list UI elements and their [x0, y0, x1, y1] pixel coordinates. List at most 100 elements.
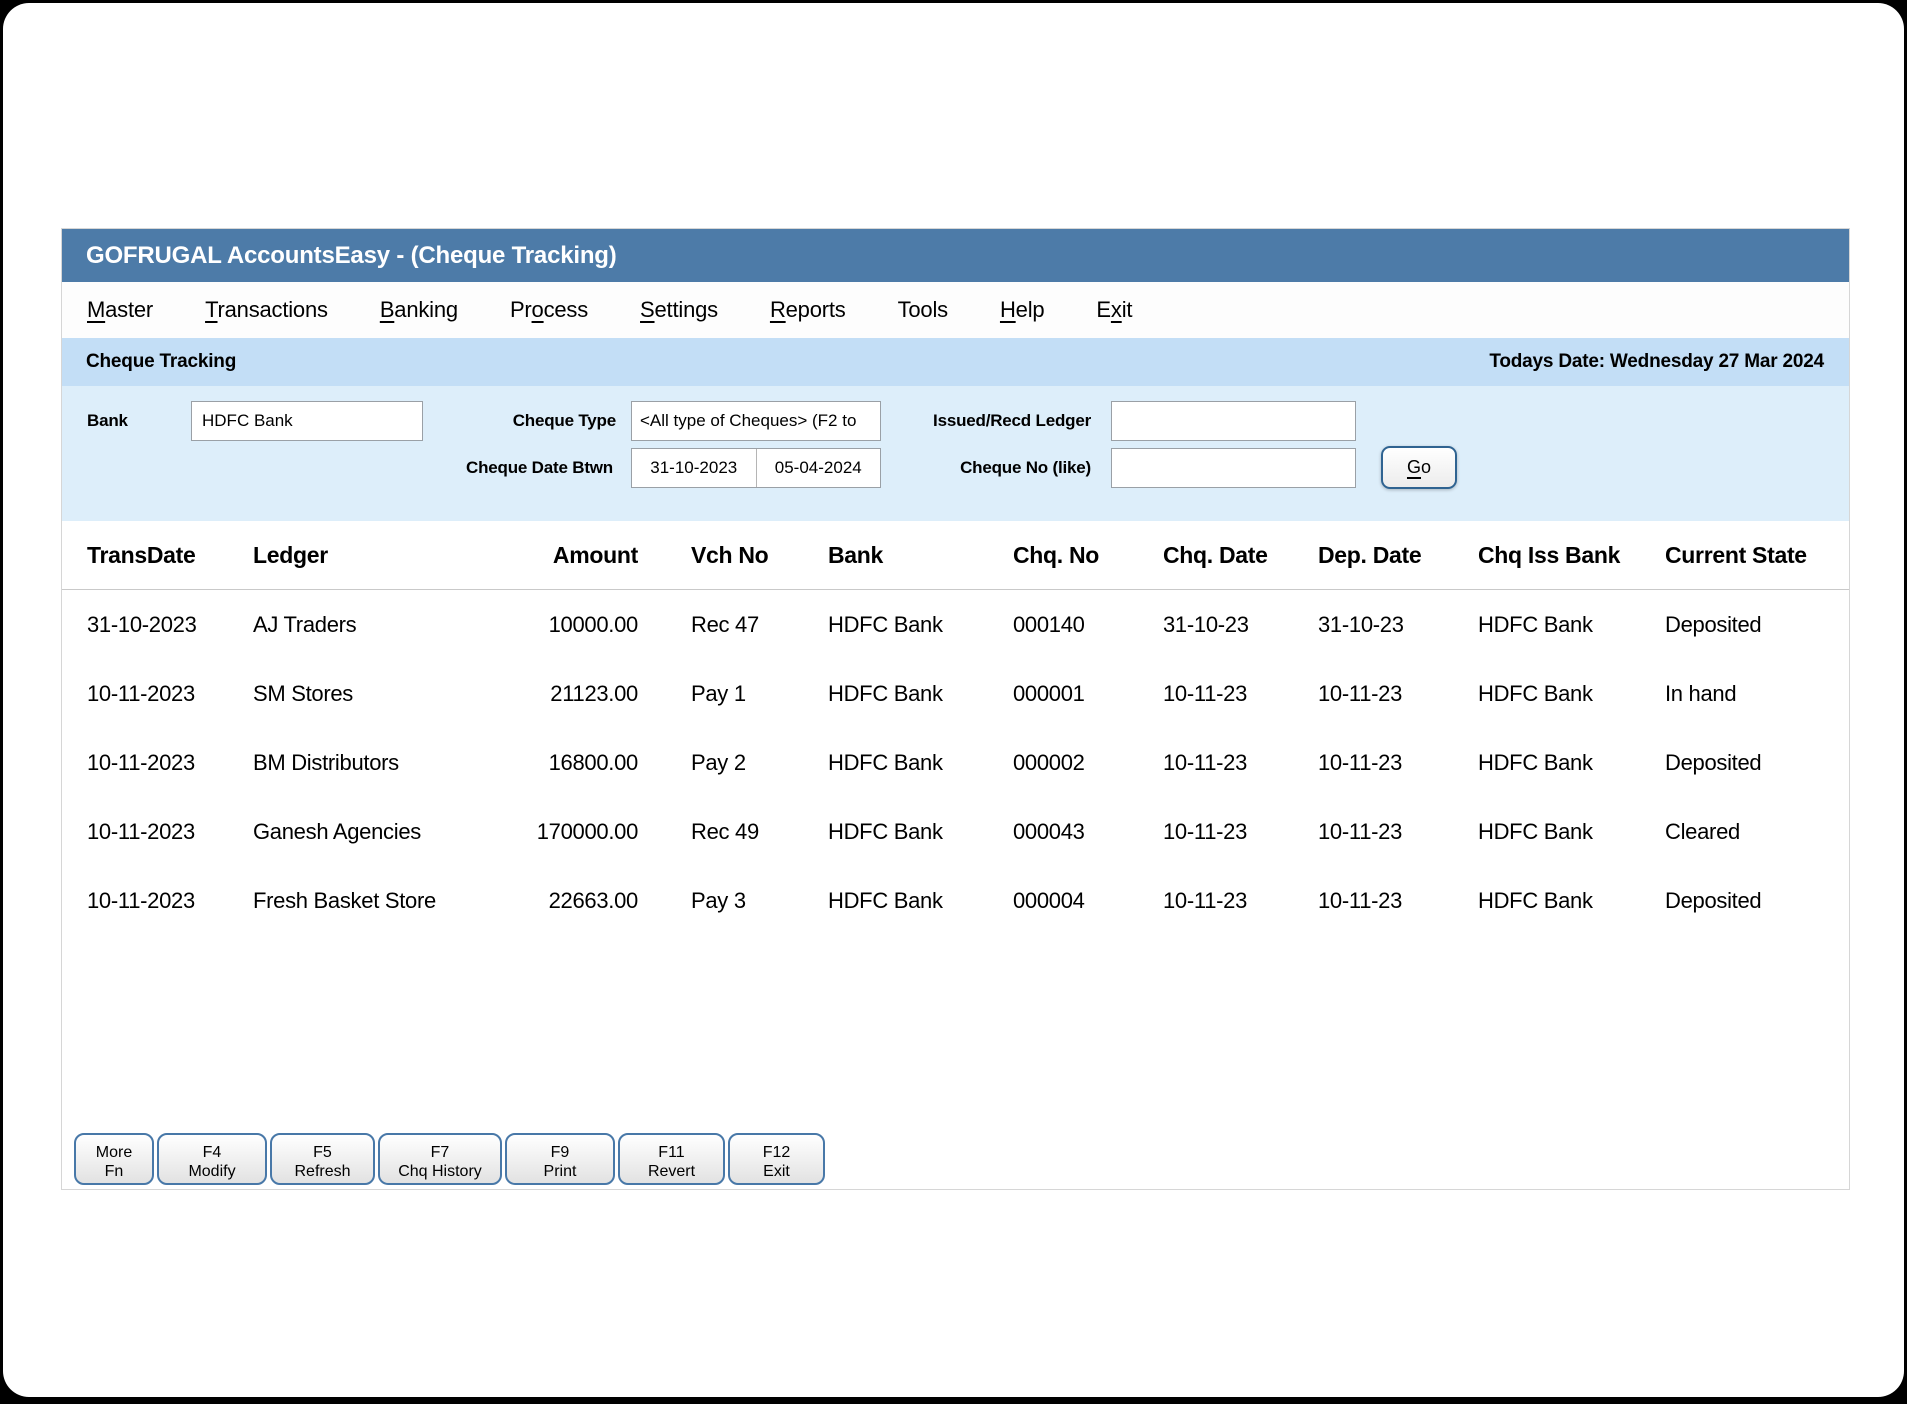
- cell-chq-no: 000004: [1013, 888, 1163, 914]
- table-row[interactable]: 31-10-2023 AJ Traders 10000.00 Rec 47 HD…: [62, 590, 1849, 659]
- cell-current-state: Deposited: [1665, 888, 1849, 914]
- header-chq-iss-bank: Chq Iss Bank: [1478, 542, 1665, 569]
- header-chq-no: Chq. No: [1013, 542, 1163, 569]
- menu-item-transactions[interactable]: Transactions: [205, 297, 328, 323]
- cell-current-state: Cleared: [1665, 819, 1849, 845]
- cell-bank: HDFC Bank: [828, 819, 1013, 845]
- more-fn-button[interactable]: MoreFn: [74, 1133, 154, 1185]
- menu-item-settings[interactable]: Settings: [640, 297, 718, 323]
- cell-chq-iss-bank: HDFC Bank: [1478, 819, 1665, 845]
- cell-ledger: SM Stores: [253, 681, 488, 707]
- f7-chq-history-button[interactable]: F7Chq History: [378, 1133, 502, 1185]
- cell-chq-iss-bank: HDFC Bank: [1478, 612, 1665, 638]
- cell-vch-no: Pay 2: [638, 750, 828, 776]
- menu-item-master[interactable]: Master: [87, 297, 153, 323]
- cheque-date-range: [631, 448, 881, 488]
- header-bank: Bank: [828, 542, 1013, 569]
- cell-chq-date: 10-11-23: [1163, 819, 1318, 845]
- bank-input[interactable]: [191, 401, 423, 441]
- cell-transdate: 10-11-2023: [87, 819, 253, 845]
- f4-modify-button[interactable]: F4Modify: [157, 1133, 267, 1185]
- cheque-date-from-input[interactable]: [632, 449, 757, 487]
- cell-transdate: 10-11-2023: [87, 750, 253, 776]
- cell-chq-no: 000002: [1013, 750, 1163, 776]
- cheque-date-to-input[interactable]: [757, 449, 881, 487]
- cell-amount: 22663.00: [488, 888, 638, 914]
- menu-item-banking[interactable]: Banking: [380, 297, 458, 323]
- window-title-bar: GOFRUGAL AccountsEasy - (Cheque Tracking…: [62, 229, 1849, 282]
- cell-dep-date: 10-11-23: [1318, 819, 1478, 845]
- cell-ledger: AJ Traders: [253, 612, 488, 638]
- cell-ledger: Fresh Basket Store: [253, 888, 488, 914]
- app-page: GOFRUGAL AccountsEasy - (Cheque Tracking…: [3, 3, 1904, 1397]
- filter-panel: Bank Cheque Type Issued/Recd Ledger Cheq…: [62, 386, 1849, 521]
- table-row[interactable]: 10-11-2023 BM Distributors 16800.00 Pay …: [62, 728, 1849, 797]
- bank-label: Bank: [87, 401, 128, 441]
- issued-recd-ledger-label: Issued/Recd Ledger: [857, 401, 1091, 441]
- cell-dep-date: 31-10-23: [1318, 612, 1478, 638]
- menu-item-process[interactable]: Process: [510, 297, 588, 323]
- cell-vch-no: Rec 49: [638, 819, 828, 845]
- cheque-table: TransDate Ledger Amount Vch No Bank Chq.…: [62, 521, 1849, 935]
- cell-current-state: Deposited: [1665, 612, 1849, 638]
- go-button[interactable]: Go: [1381, 446, 1457, 489]
- menu-bar: Master Transactions Banking Process Sett…: [62, 282, 1849, 338]
- cell-transdate: 10-11-2023: [87, 681, 253, 707]
- menu-item-reports[interactable]: Reports: [770, 297, 846, 323]
- cheque-type-input[interactable]: [631, 401, 881, 441]
- header-vch-no: Vch No: [638, 542, 828, 569]
- cell-amount: 16800.00: [488, 750, 638, 776]
- f9-print-button[interactable]: F9Print: [505, 1133, 615, 1185]
- cell-chq-no: 000140: [1013, 612, 1163, 638]
- table-header-row: TransDate Ledger Amount Vch No Bank Chq.…: [62, 521, 1849, 590]
- page-title: Cheque Tracking: [86, 351, 236, 373]
- cell-dep-date: 10-11-23: [1318, 888, 1478, 914]
- cell-bank: HDFC Bank: [828, 888, 1013, 914]
- menu-item-exit[interactable]: Exit: [1096, 297, 1132, 323]
- issued-recd-ledger-input[interactable]: [1111, 401, 1356, 441]
- cell-transdate: 10-11-2023: [87, 888, 253, 914]
- cheque-no-input[interactable]: [1111, 448, 1356, 488]
- cheque-date-btwn-label: Cheque Date Btwn: [392, 448, 613, 488]
- cheque-no-label: Cheque No (like): [870, 448, 1091, 488]
- cell-chq-iss-bank: HDFC Bank: [1478, 750, 1665, 776]
- cell-vch-no: Pay 1: [638, 681, 828, 707]
- cell-transdate: 31-10-2023: [87, 612, 253, 638]
- cheque-type-label: Cheque Type: [422, 401, 616, 441]
- menu-item-help[interactable]: Help: [1000, 297, 1044, 323]
- f12-exit-button[interactable]: F12Exit: [728, 1133, 825, 1185]
- cell-vch-no: Pay 3: [638, 888, 828, 914]
- status-bar: Cheque Tracking Todays Date: Wednesday 2…: [62, 338, 1849, 386]
- table-row[interactable]: 10-11-2023 Fresh Basket Store 22663.00 P…: [62, 866, 1849, 935]
- header-dep-date: Dep. Date: [1318, 542, 1478, 569]
- menu-item-tools[interactable]: Tools: [898, 297, 948, 323]
- header-current-state: Current State: [1665, 542, 1849, 569]
- cell-chq-no: 000043: [1013, 819, 1163, 845]
- app-window: GOFRUGAL AccountsEasy - (Cheque Tracking…: [61, 228, 1850, 1190]
- header-amount: Amount: [488, 542, 638, 569]
- cell-chq-date: 10-11-23: [1163, 750, 1318, 776]
- cell-chq-date: 10-11-23: [1163, 681, 1318, 707]
- table-row[interactable]: 10-11-2023 Ganesh Agencies 170000.00 Rec…: [62, 797, 1849, 866]
- cell-vch-no: Rec 47: [638, 612, 828, 638]
- window-title: GOFRUGAL AccountsEasy - (Cheque Tracking…: [86, 242, 617, 269]
- cell-bank: HDFC Bank: [828, 681, 1013, 707]
- cell-chq-iss-bank: HDFC Bank: [1478, 681, 1665, 707]
- cell-chq-date: 10-11-23: [1163, 888, 1318, 914]
- cell-chq-date: 31-10-23: [1163, 612, 1318, 638]
- f5-refresh-button[interactable]: F5Refresh: [270, 1133, 375, 1185]
- cell-current-state: Deposited: [1665, 750, 1849, 776]
- header-chq-date: Chq. Date: [1163, 542, 1318, 569]
- table-row[interactable]: 10-11-2023 SM Stores 21123.00 Pay 1 HDFC…: [62, 659, 1849, 728]
- cell-amount: 170000.00: [488, 819, 638, 845]
- cell-current-state: In hand: [1665, 681, 1849, 707]
- cell-dep-date: 10-11-23: [1318, 681, 1478, 707]
- cell-amount: 21123.00: [488, 681, 638, 707]
- f11-revert-button[interactable]: F11Revert: [618, 1133, 725, 1185]
- cell-chq-no: 000001: [1013, 681, 1163, 707]
- cell-dep-date: 10-11-23: [1318, 750, 1478, 776]
- cell-chq-iss-bank: HDFC Bank: [1478, 888, 1665, 914]
- cell-amount: 10000.00: [488, 612, 638, 638]
- cell-bank: HDFC Bank: [828, 750, 1013, 776]
- header-ledger: Ledger: [253, 542, 488, 569]
